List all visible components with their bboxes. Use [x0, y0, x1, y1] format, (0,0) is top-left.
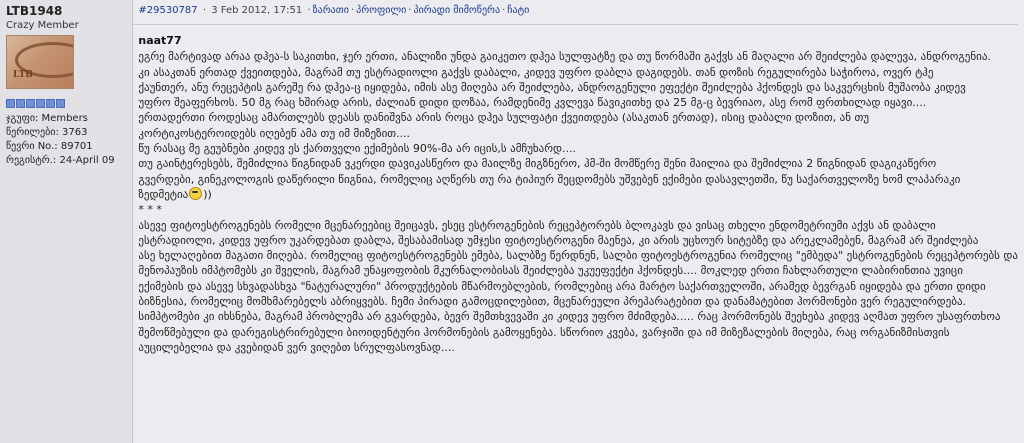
post-line: აუცილებელია და კვებიდან ვერ ვიღებთ სრულფ… — [138, 340, 1018, 355]
post-line-text: ზედმეტია — [138, 187, 189, 201]
avatar[interactable]: LTB — [6, 35, 74, 89]
post-line: ექიმების და ასევე სხვადასხვა "ნატურალური… — [138, 279, 1018, 294]
author-panel: LTB1948 Crazy Member LTB ჯგუფი: Members … — [0, 0, 134, 443]
author-title: Crazy Member — [6, 20, 79, 31]
header-link[interactable]: პროფილი — [356, 5, 406, 16]
post-line-text: შემოწმებული და დარეგისტრირებული ბიოიდენტ… — [138, 325, 950, 339]
post-line-text: ასე ხელაღებით მაგათი მიღება. რომელიც ფიტ… — [138, 249, 1018, 263]
author-posts: წერილები: 3763 — [6, 127, 88, 138]
post-line: უფრო შეაფერხოს. 50 მგ რაც ხშირად არის, ძ… — [138, 95, 1018, 110]
post-line: ეგრე მარტივად არაა დჰეა-ს საკითხი, ჯერ ე… — [138, 49, 1018, 64]
reputation-block — [6, 99, 15, 108]
header-link[interactable]: პირადი მიმოწერა — [413, 5, 500, 16]
post-line: კი ასაკთან ერთად ქვეითდება, მაგრამ თუ ეს… — [138, 65, 1018, 80]
author-group: ჯგუფი: Members — [6, 113, 88, 124]
post-line: ბიზნესია, რომელიც მომხმარებელს აბრიყვებს… — [138, 294, 1018, 309]
post-header: #29530787 · 3 Feb 2012, 17:51 · ზარათი · პრ… — [138, 4, 1018, 18]
post-line: გვერდები, გინეკოლოგის დაწერილი წიგნია, რ… — [138, 172, 1018, 187]
post-line-text: აუცილებელია და კვებიდან ვერ ვიღებთ სრულფ… — [138, 340, 455, 354]
post-line-text: თუ გაინტერესებს, შემიძლია წიგნიდან ვკერდ… — [138, 157, 937, 171]
post-line-text: ბიზნესია, რომელიც მომხმარებელს აბრიყვებს… — [138, 295, 967, 309]
post-date: 3 Feb 2012, 17:51 — [211, 5, 303, 16]
post-line: წუ რასაც მე გეუბნები კიდევ ეს ქართველი ე… — [138, 141, 1018, 156]
post-link[interactable]: #29530787 — [138, 5, 197, 16]
post-content: #29530787 · 3 Feb 2012, 17:51 · ზარათი · პრ… — [133, 0, 1024, 443]
post-line: სიმპტომები კი იხსნება, მაგრამ პრობლემა ა… — [138, 309, 1018, 324]
post-line: თუ გაინტერესებს, შემიძლია წიგნიდან ვკერდ… — [138, 156, 1018, 171]
smiley-tail-text: )) — [203, 187, 212, 201]
header-separator: · — [350, 5, 355, 16]
reputation-block — [46, 99, 55, 108]
header-link[interactable]: ჩატი — [507, 5, 529, 16]
author-member-no: წევრი No.: 89701 — [6, 141, 93, 152]
post-line: * * * — [138, 202, 1018, 217]
post-line-text: ესტრადიოლი, კიდევ უფრო უკარდებათ დაბლა, … — [138, 233, 979, 247]
author-name[interactable]: LTB1948 — [6, 4, 132, 19]
post-line-text: ასევე ფიტოესტროგენებს რომელი მცენარეებიც… — [138, 218, 936, 232]
quoted-author: naat77 — [138, 34, 182, 47]
reputation-block — [26, 99, 35, 108]
reputation-bar — [6, 99, 132, 108]
forum-post: LTB1948 Crazy Member LTB ჯგუფი: Members … — [0, 0, 1024, 443]
post-line-text: გვერდები, გინეკოლოგის დაწერილი წიგნია, რ… — [138, 172, 961, 186]
smiley-icon — [189, 186, 203, 200]
post-line: ქაუნთერ, ანუ რეცეპტის გარეშე რა დჰეა-ც ი… — [138, 80, 1018, 95]
post-divider — [133, 24, 1018, 25]
post-line-text: ეგრე მარტივად არაა დჰეა-ს საკითხი, ჯერ ე… — [138, 50, 991, 64]
post-line: შემოწმებული და დარეგისტრირებული ბიოიდენტ… — [138, 325, 1018, 340]
post-line: ესტრადიოლი, კიდევ უფრო უკარდებათ დაბლა, … — [138, 233, 1018, 248]
author-registered: რეგისტრ.: 24-April 09 — [6, 155, 115, 166]
post-line-text: უფრო შეაფერხოს. 50 მგ რაც ხშირად არის, ძ… — [138, 96, 927, 110]
post-body: ეგრე მარტივად არაა დჰეა-ს საკითხი, ჯერ ე… — [138, 49, 1018, 355]
post-line-text: კორტიკოსტეროიდებს იღებენ ამა თუ იმ მიზეზ… — [138, 126, 411, 140]
header-separator: · — [408, 5, 412, 16]
post-line: კორტიკოსტეროიდებს იღებენ ამა თუ იმ მიზეზ… — [138, 126, 1018, 141]
post-line: ზედმეტია)) — [138, 186, 1018, 202]
post-line: ერთადერთი როდესაც ამართლებს დეასს დანიშვ… — [138, 110, 1018, 125]
post-line: ასე ხელაღებით მაგათი მიღება. რომელიც ფიტ… — [138, 248, 1018, 263]
post-line: ასევე ფიტოესტროგენებს რომელი მცენარეებიც… — [138, 218, 1018, 233]
post-line-text: კი ასაკთან ერთად ქვეითდება, მაგრამ თუ ეს… — [138, 65, 934, 79]
post-line-text: მენოპაუზის იმპტომებს კი შველის, მაგრამ უ… — [138, 264, 963, 278]
post-line-text: სიმპტომები კი იხსნება, მაგრამ პრობლემა ა… — [138, 310, 1001, 324]
reputation-block — [36, 99, 45, 108]
post-line-text: ქაუნთერ, ანუ რეცეპტის გარეშე რა დჰეა-ც ი… — [138, 80, 966, 94]
avatar-logo: LTB — [13, 70, 33, 80]
post-line-text: ექიმების და ასევე სხვადასხვა "ნატურალური… — [138, 279, 986, 293]
reputation-block — [56, 99, 65, 108]
post-line-text: * * * — [138, 203, 162, 217]
header-separator: · — [307, 5, 311, 16]
header-separator: · — [202, 5, 207, 16]
header-link[interactable]: ზარათი — [313, 5, 349, 16]
header-separator: · — [502, 5, 506, 16]
post-line-text: ერთადერთი როდესაც ამართლებს დეასს დანიშვ… — [138, 111, 870, 125]
header-links: · ზარათი · პროფილი · პირადი მიმოწერა · ჩატი — [305, 5, 529, 16]
post-line-text: წუ რასაც მე გეუბნები კიდევ ეს ქართველი ე… — [138, 142, 577, 156]
post-line: მენოპაუზის იმპტომებს კი შველის, მაგრამ უ… — [138, 263, 1018, 278]
reputation-block — [16, 99, 25, 108]
